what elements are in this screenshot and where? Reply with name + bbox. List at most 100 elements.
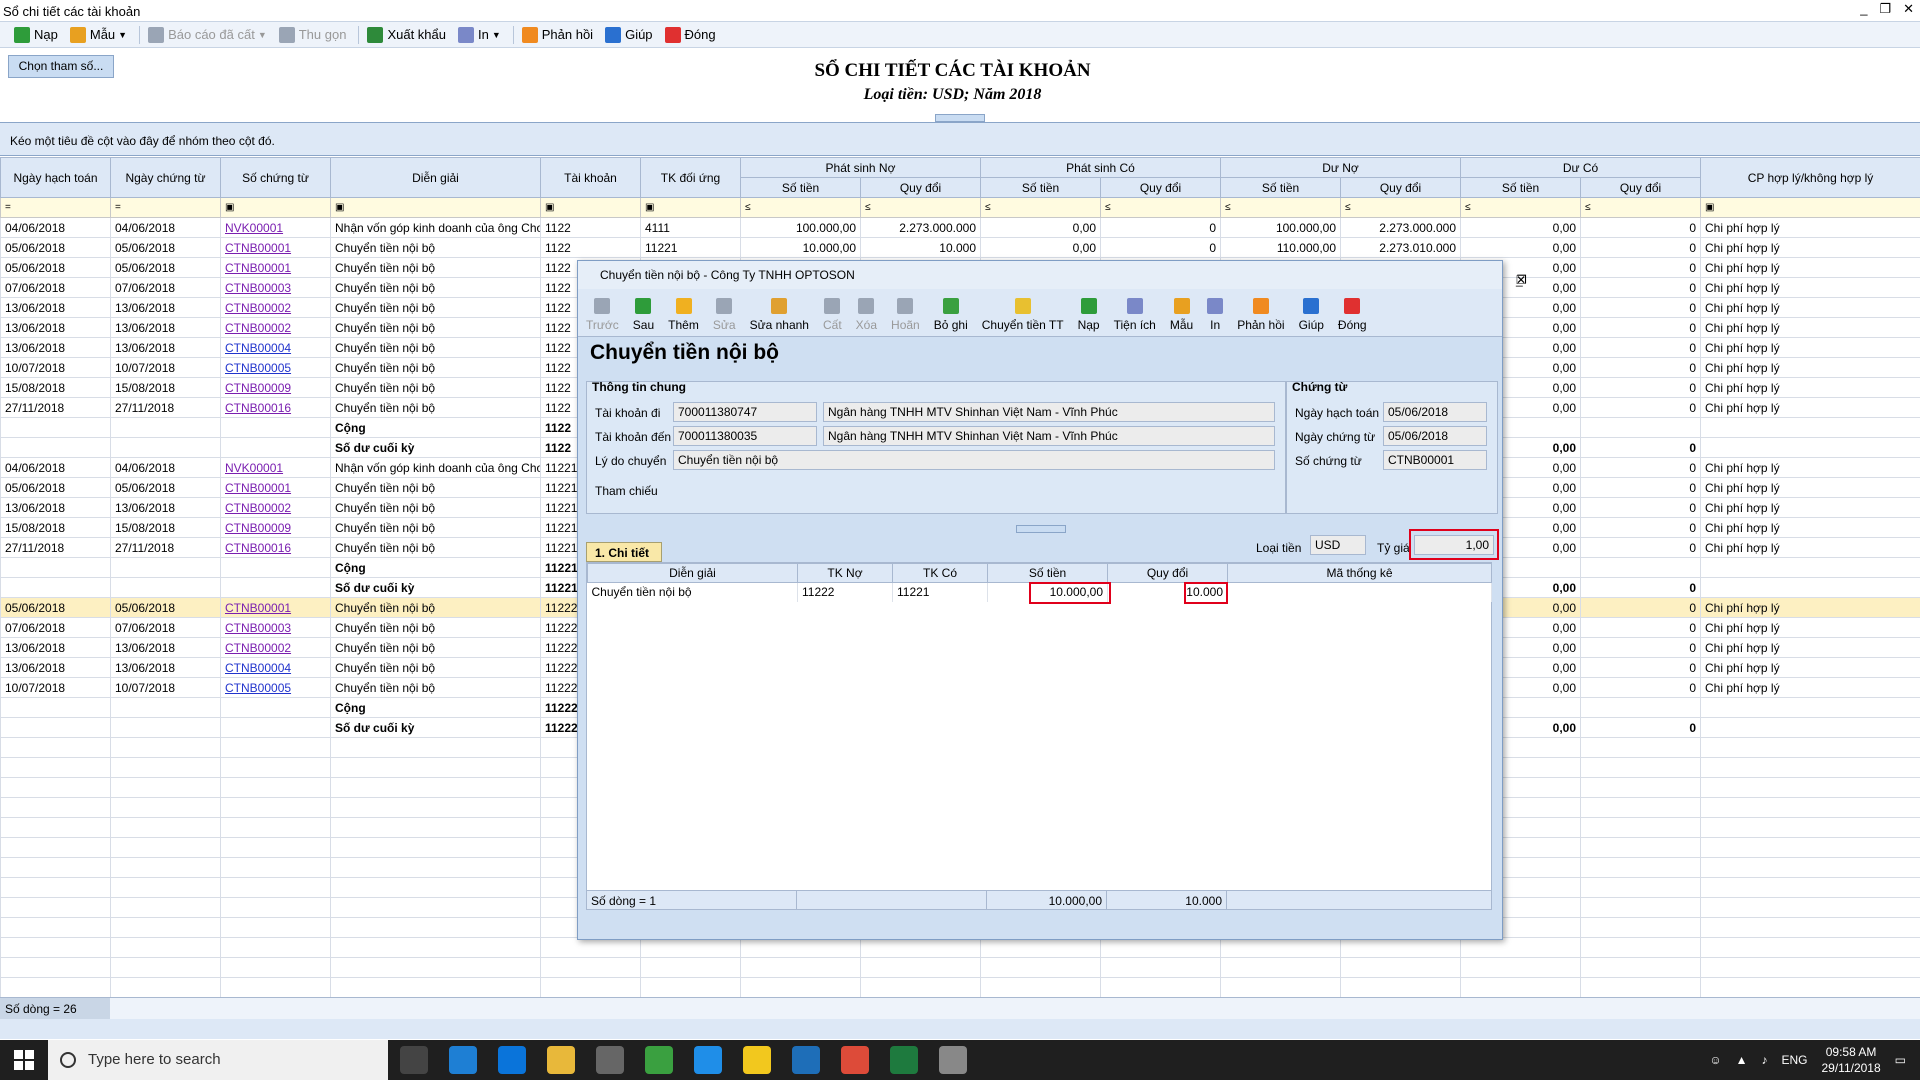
- task-view-icon[interactable]: [400, 1046, 428, 1074]
- row-ngay-chung-tu[interactable]: 07/06/2018: [110, 617, 221, 638]
- col-ngay-hach-toan[interactable]: Ngày hạch toán: [0, 157, 111, 198]
- row-ngay-hach-toan[interactable]: 13/06/2018: [0, 657, 111, 678]
- dialog-quick-edit-button[interactable]: Sửa nhanh: [750, 298, 809, 332]
- row-du-co-quy-doi[interactable]: 0: [1580, 617, 1702, 638]
- row-ngay-chung-tu[interactable]: [110, 437, 221, 458]
- row-cp[interactable]: Chi phí hợp lý: [1700, 537, 1920, 558]
- toolbar-print-button[interactable]: In ▼: [457, 26, 501, 43]
- col-du-co-so-tien[interactable]: Số tiền: [1460, 177, 1582, 198]
- voucher-link[interactable]: CTNB00016: [225, 541, 291, 555]
- row-cp[interactable]: [1700, 557, 1920, 578]
- dialog-delete-button[interactable]: Xóa: [856, 298, 877, 332]
- row-cp[interactable]: Chi phí hợp lý: [1700, 497, 1920, 518]
- row-dien-giai[interactable]: Chuyển tiền nội bộ: [330, 517, 541, 538]
- row-ngay-chung-tu[interactable]: 07/06/2018: [110, 277, 221, 298]
- row-dien-giai[interactable]: Số dư cuối kỳ: [330, 577, 541, 598]
- close-window-button[interactable]: ✕: [1903, 1, 1914, 17]
- row-ngay-chung-tu[interactable]: 10/07/2018: [110, 357, 221, 378]
- col-du-no-quy-doi[interactable]: Quy đổi: [1339, 177, 1462, 198]
- row-ngay-chung-tu[interactable]: [110, 557, 221, 578]
- dialog-back-arrow-button[interactable]: Trước: [586, 298, 619, 332]
- row-du-co-quy-doi[interactable]: 0: [1580, 637, 1702, 658]
- voucher-link[interactable]: CTNB00002: [225, 321, 291, 335]
- row-du-co-quy-doi[interactable]: 0: [1580, 377, 1702, 398]
- col-phat-sinh-co[interactable]: Phát sinh Có: [980, 157, 1221, 178]
- row-ngay-chung-tu[interactable]: 13/06/2018: [110, 637, 221, 658]
- detail-tk-co[interactable]: 11221: [892, 582, 988, 602]
- voucher-link[interactable]: CTNB00009: [225, 521, 291, 535]
- row-so-chung-tu[interactable]: [220, 717, 331, 738]
- row-ps-no-quy-doi[interactable]: 2.273.000.000: [860, 217, 981, 238]
- row-du-no-so-tien[interactable]: 100.000,00: [1220, 217, 1341, 238]
- row-so-chung-tu[interactable]: [220, 577, 331, 598]
- row-so-chung-tu[interactable]: CTNB00016: [220, 397, 331, 418]
- row-cp[interactable]: [1700, 717, 1920, 738]
- row-du-co-quy-doi[interactable]: 0: [1580, 517, 1702, 538]
- row-so-chung-tu[interactable]: CTNB00002: [220, 497, 331, 518]
- row-ngay-hach-toan[interactable]: 15/08/2018: [0, 377, 111, 398]
- to-account-field[interactable]: 700011380035: [673, 426, 817, 446]
- row-cp[interactable]: Chi phí hợp lý: [1700, 377, 1920, 398]
- row-du-co-quy-doi[interactable]: [1580, 557, 1702, 578]
- filter-cell[interactable]: ≤: [860, 197, 981, 218]
- filter-cell[interactable]: ≤: [1220, 197, 1341, 218]
- row-du-co-quy-doi[interactable]: 0: [1580, 297, 1702, 318]
- col-du-no[interactable]: Dư Nợ: [1219, 157, 1462, 178]
- row-dien-giai[interactable]: Chuyển tiền nội bộ: [330, 477, 541, 498]
- chevron-down-icon[interactable]: ▼: [258, 30, 267, 40]
- row-ngay-chung-tu[interactable]: 13/06/2018: [110, 657, 221, 678]
- edge-icon[interactable]: [498, 1046, 526, 1074]
- row-ngay-chung-tu[interactable]: 13/06/2018: [110, 337, 221, 358]
- row-du-co-quy-doi[interactable]: 0: [1580, 477, 1702, 498]
- group-by-bar[interactable]: Kéo một tiêu đề cột vào đây để nhóm theo…: [0, 122, 1920, 156]
- row-so-chung-tu[interactable]: NVK00001: [220, 457, 331, 478]
- dialog-close-button[interactable]: Đóng: [1338, 298, 1367, 332]
- col-ngay-chung-tu[interactable]: Ngày chứng từ: [110, 157, 221, 198]
- row-so-chung-tu[interactable]: NVK00001: [220, 217, 331, 238]
- row-dien-giai[interactable]: Chuyển tiền nội bộ: [330, 357, 541, 378]
- row-cp[interactable]: Chi phí hợp lý: [1700, 397, 1920, 418]
- from-bank-field[interactable]: Ngân hàng TNHH MTV Shinhan Việt Nam - Vĩ…: [823, 402, 1275, 422]
- row-ngay-chung-tu[interactable]: [110, 717, 221, 738]
- detail-col-quy-doi[interactable]: Quy đổi: [1107, 563, 1228, 583]
- row-dien-giai[interactable]: Số dư cuối kỳ: [330, 717, 541, 738]
- row-tk-doi-ung[interactable]: 4111: [640, 217, 741, 238]
- voucher-link[interactable]: NVK00001: [225, 461, 283, 475]
- row-so-chung-tu[interactable]: CTNB00001: [220, 477, 331, 498]
- posting-date-field[interactable]: 05/06/2018: [1383, 402, 1487, 422]
- row-dien-giai[interactable]: Chuyển tiền nội bộ: [330, 377, 541, 398]
- col-so-chung-tu[interactable]: Số chứng từ: [220, 157, 331, 198]
- row-ngay-hach-toan[interactable]: [0, 697, 111, 718]
- col-du-co-quy-doi[interactable]: Quy đổi: [1580, 177, 1702, 198]
- detail-col-so-tien[interactable]: Số tiền: [987, 563, 1108, 583]
- row-dien-giai[interactable]: Chuyển tiền nội bộ: [330, 297, 541, 318]
- row-ngay-chung-tu[interactable]: 13/06/2018: [110, 497, 221, 518]
- row-ngay-hach-toan[interactable]: 04/06/2018: [0, 457, 111, 478]
- voucher-link[interactable]: CTNB00003: [225, 621, 291, 635]
- people-icon[interactable]: ☺: [1709, 1053, 1721, 1067]
- row-ngay-chung-tu[interactable]: 05/06/2018: [110, 477, 221, 498]
- row-so-chung-tu[interactable]: CTNB00002: [220, 297, 331, 318]
- row-dien-giai[interactable]: Cộng: [330, 697, 541, 718]
- row-tai-khoan[interactable]: 1122: [540, 217, 641, 238]
- row-ngay-chung-tu[interactable]: 13/06/2018: [110, 297, 221, 318]
- row-so-chung-tu[interactable]: [220, 557, 331, 578]
- filter-cell[interactable]: ≤: [1339, 197, 1462, 218]
- row-so-chung-tu[interactable]: CTNB00009: [220, 377, 331, 398]
- tab-chi-tiet[interactable]: 1. Chi tiết: [586, 542, 662, 562]
- filter-cell[interactable]: ≤: [1460, 197, 1582, 218]
- dialog-help-button[interactable]: Giúp: [1299, 298, 1324, 332]
- row-so-chung-tu[interactable]: CTNB00002: [220, 637, 331, 658]
- zalo-icon[interactable]: [694, 1046, 722, 1074]
- row-cp[interactable]: Chi phí hợp lý: [1700, 657, 1920, 678]
- row-so-chung-tu[interactable]: [220, 437, 331, 458]
- app-icon[interactable]: [645, 1046, 673, 1074]
- voucher-link[interactable]: CTNB00002: [225, 641, 291, 655]
- row-ngay-chung-tu[interactable]: 15/08/2018: [110, 517, 221, 538]
- row-ngay-hach-toan[interactable]: 13/06/2018: [0, 637, 111, 658]
- dialog-forward-arrow-button[interactable]: Sau: [633, 298, 654, 332]
- row-dien-giai[interactable]: Cộng: [330, 557, 541, 578]
- toolbar-feedback-button[interactable]: Phản hồi: [521, 26, 593, 43]
- col-ps-no-quy-doi[interactable]: Quy đổi: [860, 177, 981, 198]
- voucher-link[interactable]: CTNB00001: [225, 241, 291, 255]
